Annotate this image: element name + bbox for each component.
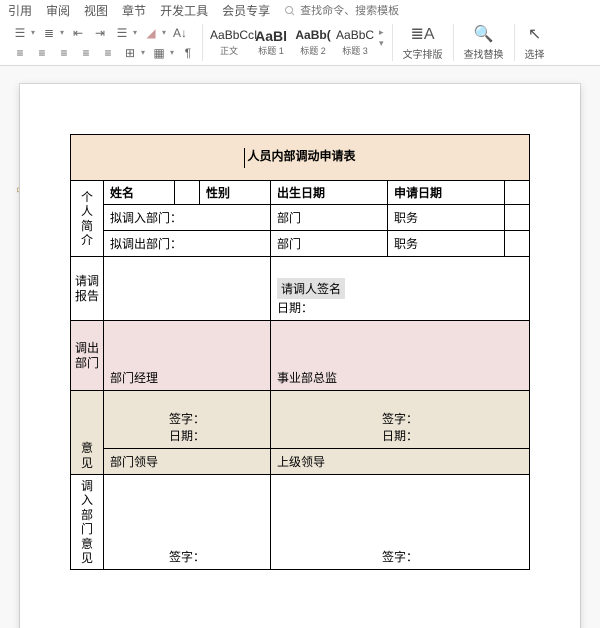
document-canvas[interactable]: ▭ – 人员内部调动申请表 个人简介 姓名 性别 出生日期 申请日期 拟调入部门… [0, 66, 600, 628]
menu-bar: 引用 审阅 视图 章节 开发工具 会员专享 [0, 0, 600, 22]
label-name: 姓名 [104, 181, 175, 205]
table-title: 人员内部调动申请表 [71, 135, 530, 181]
opinion-right[interactable]: 签字： 日期： [270, 391, 529, 449]
applicant-sign-area[interactable]: 请调人签名 日期： [270, 257, 529, 321]
label-dept2: 部门 [270, 231, 387, 257]
section-dept-in-opinion: 调入部门意见 [71, 475, 104, 570]
text-layout-icon: ≣A [411, 24, 435, 44]
menu-zhangjie[interactable]: 章节 [122, 2, 146, 19]
in-opinion-left[interactable]: 签字： [104, 475, 271, 570]
superior-leader-cell[interactable]: 上级领导 [270, 449, 529, 475]
section-profile: 个人简介 [71, 181, 104, 257]
label-dept-in-pending: 拟调入部门： [104, 205, 271, 231]
menu-shitu[interactable]: 视图 [84, 2, 108, 19]
style-heading2[interactable]: AaBb( 标题 2 [293, 27, 333, 58]
tab-settings-icon[interactable]: ⊞ [122, 45, 138, 61]
dept-leader-cell[interactable]: 部门领导 [104, 449, 271, 475]
menu-vip[interactable]: 会员专享 [222, 2, 270, 19]
find-group: 🔍 查找替换 [454, 24, 515, 61]
menu-devtools[interactable]: 开发工具 [160, 2, 208, 19]
search-icon [284, 5, 296, 17]
styles-group: AaBbCcI 正文 AaBl 标题 1 AaBb( 标题 2 AaBbC 标题… [203, 24, 393, 61]
menu-shenyue[interactable]: 审阅 [46, 2, 70, 19]
ribbon: ☰▾ ≣▾ ⇤ ⇥ ☰▾ ◢▾ A↓ ≡ ≡ ≡ ≡ ≡ ⊞▾ ▦▾ ¶ AaB… [0, 22, 600, 66]
line-spacing-icon[interactable]: ☰ [114, 25, 130, 41]
text-layout-button[interactable]: ≣A 文字排版 [399, 24, 447, 61]
layout-group: ≣A 文字排版 [393, 24, 454, 61]
fill-color-icon[interactable]: ◢ [143, 25, 159, 41]
find-icon: 🔍 [474, 24, 494, 44]
opinion-left[interactable]: 签字： 日期： [104, 391, 271, 449]
find-replace-button[interactable]: 🔍 查找替换 [460, 24, 508, 61]
command-search[interactable] [284, 5, 420, 17]
division-director-cell[interactable]: 事业部总监 [270, 321, 529, 391]
styles-more[interactable]: ▸▾ [377, 27, 386, 49]
numbered-list-icon[interactable]: ≣ [41, 25, 57, 41]
label-dept: 部门 [270, 205, 387, 231]
style-heading1[interactable]: AaBl 标题 1 [251, 27, 291, 58]
in-opinion-right[interactable]: 签字： [270, 475, 529, 570]
cell-duty-in[interactable] [505, 205, 530, 231]
dept-manager-cell[interactable]: 部门经理 [104, 321, 271, 391]
cell-apply-date[interactable] [505, 181, 530, 205]
style-body[interactable]: AaBbCcI 正文 [209, 27, 249, 58]
paragraph-group: ☰▾ ≣▾ ⇤ ⇥ ☰▾ ◢▾ A↓ ≡ ≡ ≡ ≡ ≡ ⊞▾ ▦▾ ¶ [6, 24, 203, 61]
select-button[interactable]: ↖ 选择 [521, 24, 549, 61]
align-center-icon[interactable]: ≡ [34, 45, 50, 61]
report-body[interactable] [104, 257, 271, 321]
label-gender: 性别 [199, 181, 270, 205]
sort-icon[interactable]: A↓ [172, 25, 188, 41]
cursor-icon: ↖ [528, 24, 541, 44]
page: 人员内部调动申请表 个人简介 姓名 性别 出生日期 申请日期 拟调入部门： 部门… [20, 84, 580, 628]
command-search-input[interactable] [300, 5, 420, 17]
align-left-icon[interactable]: ≡ [12, 45, 28, 61]
label-duty: 职务 [387, 205, 504, 231]
bullet-list-icon[interactable]: ☰ [12, 25, 28, 41]
borders-icon[interactable]: ▦ [151, 45, 167, 61]
label-birth: 出生日期 [270, 181, 387, 205]
align-distribute-icon[interactable]: ≡ [100, 45, 116, 61]
align-right-icon[interactable]: ≡ [56, 45, 72, 61]
section-report: 请调报告 [71, 257, 104, 321]
menu-yinyong[interactable]: 引用 [8, 2, 32, 19]
text-cursor [244, 148, 245, 168]
cell-duty-out[interactable] [505, 231, 530, 257]
show-marks-icon[interactable]: ¶ [180, 45, 196, 61]
cell-name[interactable] [175, 181, 200, 205]
indent-increase-icon[interactable]: ⇥ [92, 25, 108, 41]
select-group: ↖ 选择 [515, 24, 555, 61]
label-duty2: 职务 [387, 231, 504, 257]
transfer-request-table: 人员内部调动申请表 个人简介 姓名 性别 出生日期 申请日期 拟调入部门： 部门… [70, 134, 530, 570]
align-justify-icon[interactable]: ≡ [78, 45, 94, 61]
label-apply-date: 申请日期 [387, 181, 504, 205]
indent-decrease-icon[interactable]: ⇤ [70, 25, 86, 41]
style-heading3[interactable]: AaBbC 标题 3 [335, 27, 375, 58]
section-dept-out: 调出部门 [71, 321, 104, 391]
label-dept-out-pending: 拟调出部门： [104, 231, 271, 257]
section-opinion: 意见 [71, 391, 104, 475]
